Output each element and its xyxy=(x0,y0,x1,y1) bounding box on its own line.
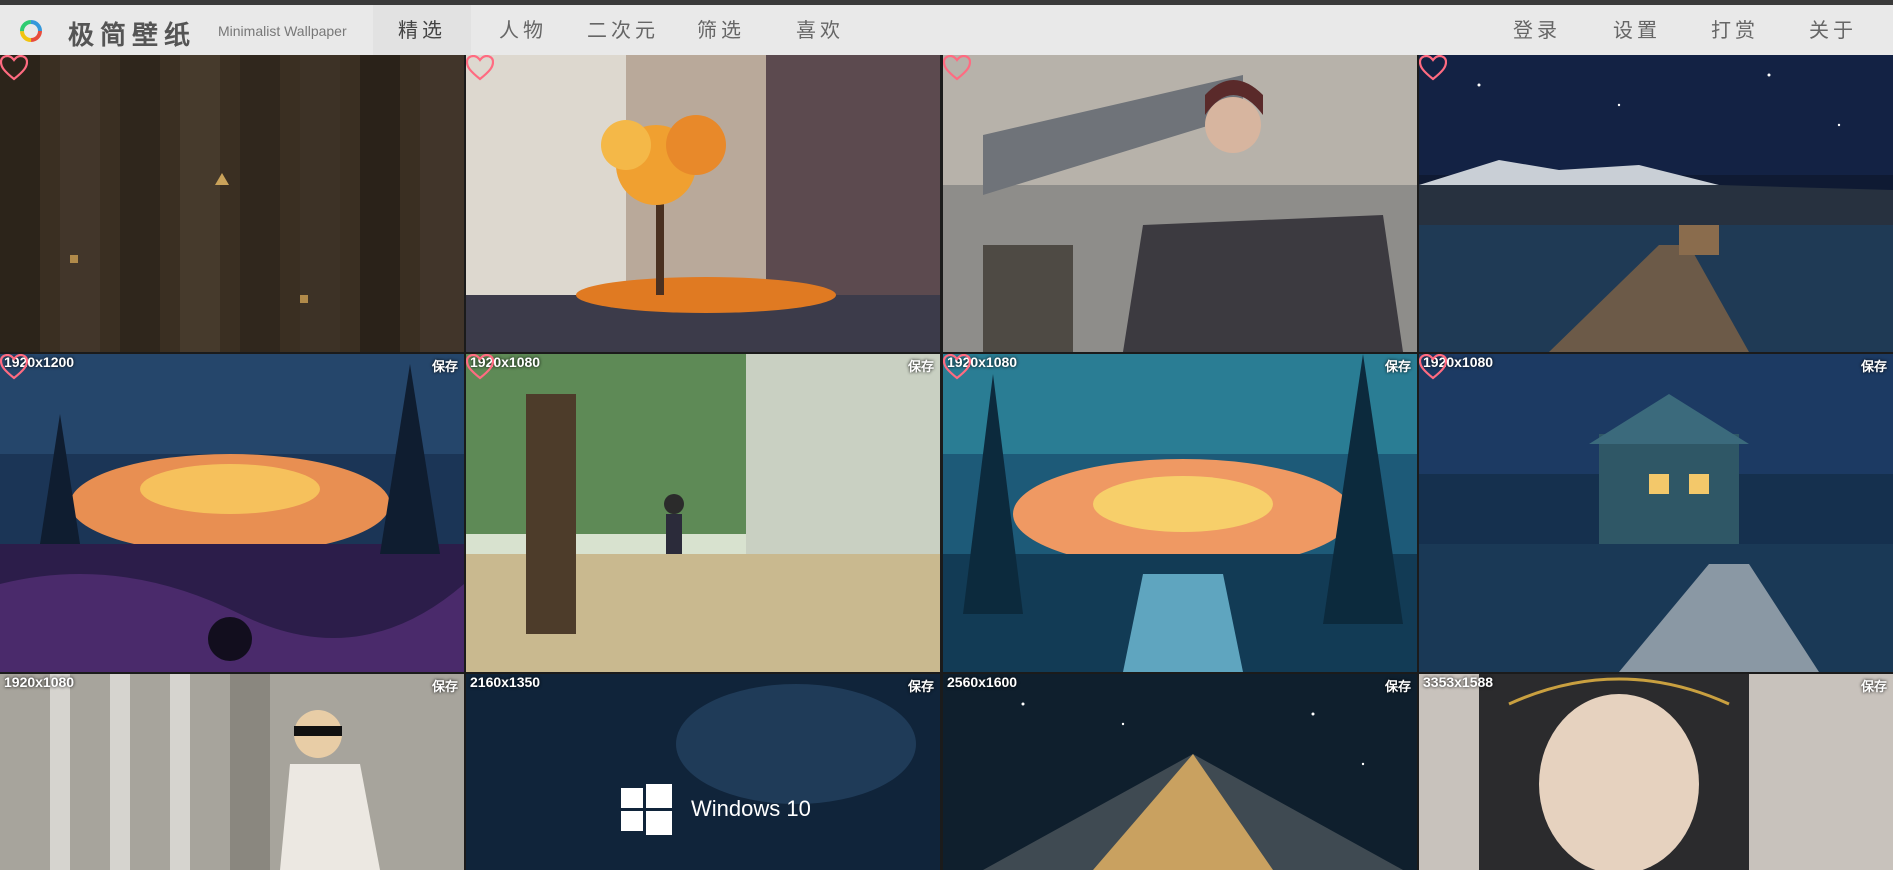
resolution-label: 2560x1600 xyxy=(947,674,1018,690)
wallpaper-tile[interactable]: 3353x1588 保存 xyxy=(1419,674,1893,870)
save-button[interactable]: 保存 xyxy=(908,356,934,375)
wallpaper-image-lake-pier xyxy=(1419,55,1893,352)
nav-login[interactable]: 登录 xyxy=(1488,5,1586,55)
nav-about[interactable]: 关于 xyxy=(1784,5,1882,55)
wallpaper-image-fantasy-woman xyxy=(1419,674,1893,870)
save-button[interactable]: 保存 xyxy=(1861,356,1887,375)
heart-icon[interactable] xyxy=(1419,55,1447,81)
save-button[interactable]: 保存 xyxy=(432,356,458,375)
heart-icon[interactable] xyxy=(0,55,28,81)
wallpaper-image-hieroglyphs xyxy=(0,55,464,352)
wallpaper-tile[interactable]: 1920x1080 保存 xyxy=(943,354,1417,672)
wallpaper-grid: 1920x1200 保存 1920x1080 保存 1920x1080 保存 1… xyxy=(0,55,1893,870)
save-button[interactable]: 保存 xyxy=(1861,676,1887,695)
heart-icon[interactable] xyxy=(943,354,971,380)
wallpaper-tile[interactable]: Windows 10 2160x1350 保存 xyxy=(466,674,940,870)
heart-icon[interactable] xyxy=(1419,354,1447,380)
heart-icon[interactable] xyxy=(466,354,494,380)
heart-icon[interactable] xyxy=(466,55,494,81)
nav-settings[interactable]: 设置 xyxy=(1588,5,1686,55)
wallpaper-tile[interactable]: 1920x1200 保存 xyxy=(0,354,464,672)
heart-icon[interactable] xyxy=(943,55,971,81)
wallpaper-image-cyborg xyxy=(943,55,1417,352)
nav-filter[interactable]: 筛选 xyxy=(672,5,770,55)
save-button[interactable]: 保存 xyxy=(1385,356,1411,375)
save-button[interactable]: 保存 xyxy=(1385,676,1411,695)
heart-icon[interactable] xyxy=(0,354,28,380)
save-button[interactable]: 保存 xyxy=(432,676,458,695)
wallpaper-image-mountain-peak xyxy=(943,674,1417,870)
nav-donate[interactable]: 打赏 xyxy=(1686,5,1784,55)
wallpaper-tile[interactable] xyxy=(0,55,464,352)
wallpaper-image-autumn-tree xyxy=(466,55,940,352)
windows-10-text: Windows 10 xyxy=(691,796,811,821)
wallpaper-tile[interactable]: 1920x1080 保存 xyxy=(1419,354,1893,672)
wallpaper-tile[interactable]: 1920x1080 保存 xyxy=(0,674,464,870)
resolution-label: 3353x1588 xyxy=(1423,674,1494,690)
resolution-label: 2160x1350 xyxy=(470,674,541,690)
nav-featured[interactable]: 精选 xyxy=(373,5,471,55)
wallpaper-image-blindfolded-girl xyxy=(0,674,464,870)
app-subtitle: Minimalist Wallpaper xyxy=(218,23,347,39)
wallpaper-image-windows-10 xyxy=(466,674,940,870)
nav-anime[interactable]: 二次元 xyxy=(574,5,672,55)
wallpaper-tile[interactable] xyxy=(466,55,940,352)
nav-favorites[interactable]: 喜欢 xyxy=(771,5,869,55)
resolution-label: 1920x1080 xyxy=(4,674,75,690)
save-button[interactable]: 保存 xyxy=(908,676,934,695)
wallpaper-image-night-street xyxy=(1419,354,1893,672)
app-title: 极简壁纸 xyxy=(68,21,197,51)
top-navbar: 极简壁纸 Minimalist Wallpaper 精选 人物 二次元 筛选 喜… xyxy=(0,5,1893,55)
logo-icon xyxy=(20,20,42,42)
nav-people[interactable]: 人物 xyxy=(474,5,572,55)
wallpaper-tile[interactable]: 2560x1600 保存 xyxy=(943,674,1417,870)
wallpaper-tile[interactable]: 1920x1080 保存 xyxy=(466,354,940,672)
wallpaper-image-blue-forest xyxy=(943,354,1417,672)
wallpaper-tile[interactable] xyxy=(1419,55,1893,352)
wallpaper-image-tree-street xyxy=(466,354,940,672)
wallpaper-tile[interactable] xyxy=(943,55,1417,352)
wallpaper-image-purple-forest xyxy=(0,354,464,672)
